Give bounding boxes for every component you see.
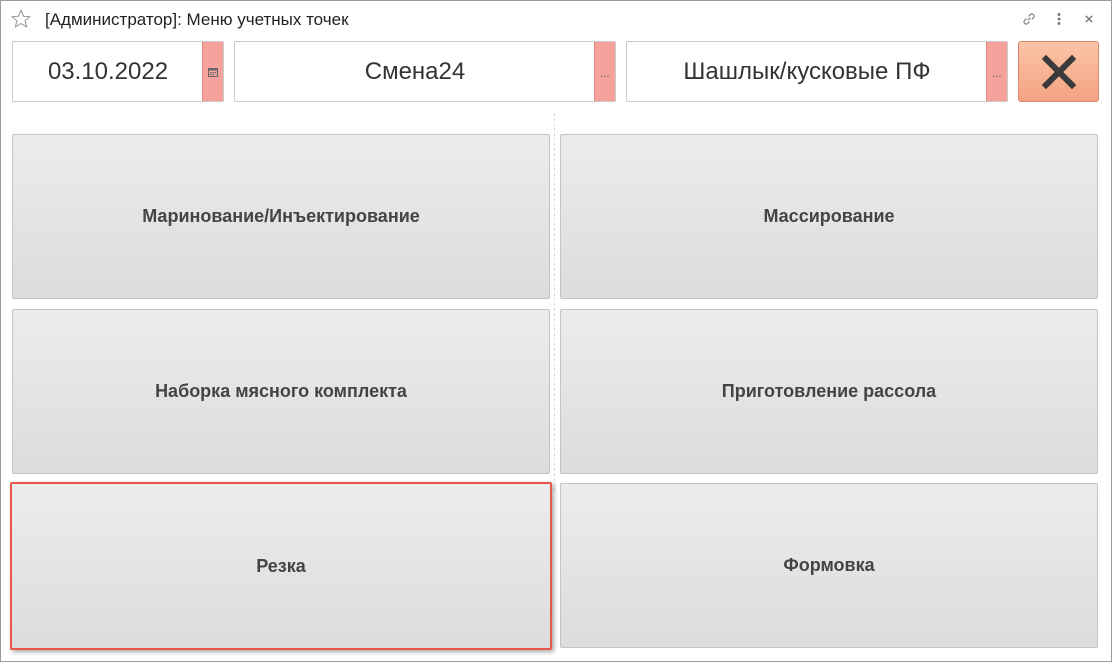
close-x-icon <box>1041 54 1076 89</box>
calendar-icon <box>208 67 218 77</box>
close-icon[interactable] <box>1080 10 1098 28</box>
close-button[interactable] <box>1018 41 1099 102</box>
tile-cutting[interactable]: Резка <box>10 482 552 650</box>
shift-value[interactable]: Смена24 <box>235 42 595 101</box>
tile-forming[interactable]: Формовка <box>560 483 1098 648</box>
star-icon[interactable] <box>10 8 32 30</box>
tile-label: Приготовление рассола <box>721 381 937 401</box>
title-bar: [Администратор]: Меню учетных точек <box>1 1 1111 37</box>
date-field[interactable]: 03.10.2022 <box>12 41 224 102</box>
date-value[interactable]: 03.10.2022 <box>13 42 203 101</box>
window-title: [Администратор]: Меню учетных точек <box>45 10 349 29</box>
tile-label: Массирование <box>763 206 895 226</box>
link-icon[interactable] <box>1020 10 1038 28</box>
tile-label: Формовка <box>783 555 875 575</box>
date-picker-button[interactable] <box>202 42 223 101</box>
tile-label: Резка <box>256 555 306 576</box>
product-value[interactable]: Шашлык/кусковые ПФ <box>627 42 987 101</box>
tile-meat-kit-assembly[interactable]: Наборка мясного комплекта <box>12 309 550 474</box>
product-select-button[interactable]: ... <box>986 42 1007 101</box>
divider <box>554 113 555 491</box>
tile-massaging[interactable]: Массирование <box>560 134 1098 299</box>
shift-select-button[interactable]: ... <box>594 42 615 101</box>
tile-label: Наборка мясного комплекта <box>155 381 407 401</box>
product-field[interactable]: Шашлык/кусковые ПФ ... <box>626 41 1008 102</box>
window: [Администратор]: Меню учетных точек 03.1… <box>0 0 1112 662</box>
tile-label: Маринование/Инъектирование <box>142 206 420 226</box>
more-vertical-icon[interactable] <box>1050 10 1068 28</box>
ellipsis-label: ... <box>992 68 1002 80</box>
tile-marinating-injecting[interactable]: Маринование/Инъектирование <box>12 134 550 299</box>
tile-brine-preparation[interactable]: Приготовление рассола <box>560 309 1098 474</box>
ellipsis-label: ... <box>600 68 610 80</box>
shift-field[interactable]: Смена24 ... <box>234 41 616 102</box>
